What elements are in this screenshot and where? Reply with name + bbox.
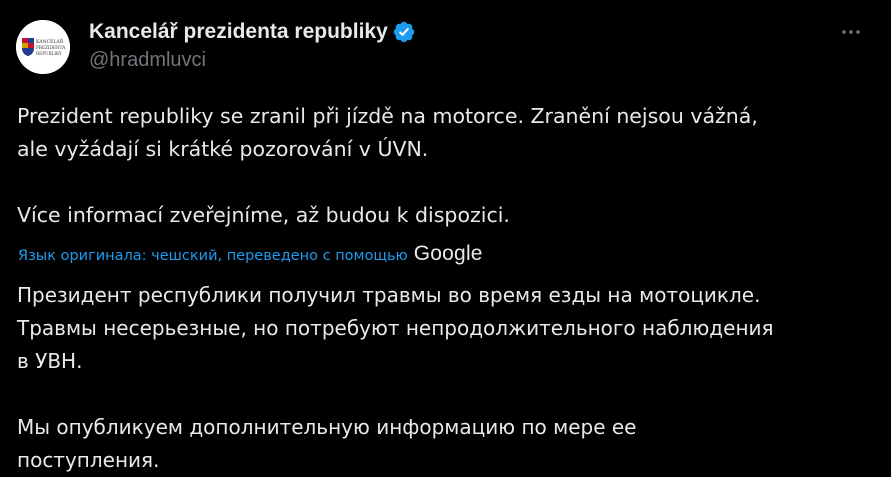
avatar-logo: KANCELÁŘ PREZIDENTA REPUBLIKY bbox=[16, 20, 70, 74]
translated-line: в УВН. bbox=[17, 349, 83, 373]
tweet-text-translated: Президент республики получил травмы во в… bbox=[17, 279, 877, 477]
original-line: Prezident republiky se zranil při jízdě … bbox=[17, 104, 758, 128]
coat-of-arms-icon bbox=[22, 38, 34, 56]
translation-note: Язык оригинала: чешский, переведено с по… bbox=[18, 242, 483, 269]
avatar-text-3: REPUBLIKY bbox=[36, 51, 62, 56]
more-options-icon[interactable] bbox=[837, 18, 865, 46]
tweet-text-original: Prezident republiky se zranil při jízdě … bbox=[17, 100, 877, 232]
avatar[interactable]: KANCELÁŘ PREZIDENTA REPUBLIKY bbox=[16, 20, 70, 74]
author-name-row[interactable]: Kancelář prezidenta republiky bbox=[89, 18, 416, 46]
original-line: Více informací zveřejníme, až budou k di… bbox=[17, 203, 510, 227]
google-logo: Google bbox=[413, 242, 483, 265]
original-line: ale vyžádají si krátké pozorování v ÚVN. bbox=[17, 137, 429, 161]
avatar-text-2: PREZIDENTA bbox=[36, 45, 66, 50]
verified-badge-icon bbox=[393, 21, 415, 43]
author-display-name[interactable]: Kancelář prezidenta republiky bbox=[89, 20, 388, 44]
translated-line: Президент республики получил травмы во в… bbox=[17, 283, 761, 307]
author-handle[interactable]: @hradmluvci bbox=[89, 49, 206, 72]
translated-line: Мы опубликуем дополнительную информацию … bbox=[17, 415, 637, 439]
tweet: KANCELÁŘ PREZIDENTA REPUBLIKY Kancelář p… bbox=[0, 0, 891, 476]
translated-line: Травмы несерьезные, но потребуют непродо… bbox=[17, 316, 774, 340]
translation-label[interactable]: Язык оригинала: чешский, переведено с по… bbox=[18, 248, 408, 264]
translated-line: поступления. bbox=[17, 448, 160, 472]
